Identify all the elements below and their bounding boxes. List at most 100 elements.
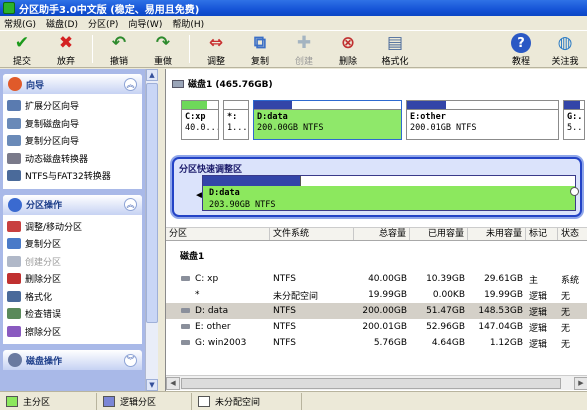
- redo-button[interactable]: ↷ 重做: [141, 31, 185, 67]
- menu-disk[interactable]: 磁盘(D): [46, 17, 78, 30]
- sidebar-item-wipe-partition[interactable]: 擦除分区: [7, 323, 142, 341]
- quick-resize-panel: 分区快速调整区 ◂▸ D:data 203.90GB NTFS: [172, 157, 582, 217]
- table-row[interactable]: G: win2003 NTFS 5.76GB 4.64GB 1.12GB 逻辑 …: [166, 335, 587, 351]
- partition-ops-group: 分区操作 ︽ 调整/移动分区 复制分区 创建分区 删除分区 格式化 检查错误 擦…: [3, 194, 142, 344]
- delete-button[interactable]: ⊗ 删除: [326, 31, 370, 67]
- scroll-left-arrow-icon[interactable]: ◀: [166, 376, 180, 390]
- collapse-chevron-icon[interactable]: ︽: [124, 77, 137, 91]
- wipe-partition-icon: [7, 325, 21, 337]
- disk-map-header: 磁盘1 (465.76GB): [172, 77, 273, 90]
- column-header-free[interactable]: 未用容量: [468, 228, 526, 240]
- column-header-partition[interactable]: 分区: [166, 228, 270, 240]
- apply-button[interactable]: ✔ 提交: [0, 31, 44, 67]
- scroll-thumb[interactable]: [146, 83, 158, 323]
- collapse-chevron-icon[interactable]: ︽: [124, 198, 137, 211]
- copy-button[interactable]: ⧉ 复制: [238, 31, 282, 67]
- undo-label: 撤销: [109, 57, 128, 67]
- disk-ops-group: 磁盘操作 ︾: [3, 350, 142, 370]
- sidebar-item-copy-disk-wizard[interactable]: 复制磁盘向导: [7, 115, 142, 133]
- sidebar-item-dynamic-disk-converter[interactable]: 动态磁盘转换器: [7, 150, 142, 168]
- undo-button[interactable]: ↶ 撤销: [97, 31, 141, 67]
- table-row[interactable]: C: xp NTFS 40.00GB 10.39GB 29.61GB 主 系统: [166, 271, 587, 287]
- quick-resize-bar[interactable]: D:data 203.90GB NTFS: [202, 175, 576, 211]
- disk-header-label: 磁盘1 (465.76GB): [188, 80, 273, 90]
- column-header-used[interactable]: 已用容量: [410, 228, 468, 240]
- sidebar-item-label: NTFS与FAT32转换器: [25, 172, 111, 183]
- table-row[interactable]: * 未分配空间 19.99GB 0.00KB 19.99GB 逻辑 无: [166, 287, 587, 303]
- create-label: 创建: [294, 57, 313, 67]
- row-used: 51.47GB: [426, 306, 465, 316]
- wizard-group-title: 向导: [26, 80, 45, 91]
- resize-label: 调整: [206, 57, 225, 67]
- disk-ops-group-header[interactable]: 磁盘操作 ︾: [3, 350, 142, 370]
- logical-swatch: [103, 395, 115, 407]
- row-used: 10.39GB: [426, 274, 465, 284]
- sidebar-item-copy-partition-wizard[interactable]: 复制分区向导: [7, 132, 142, 150]
- resize-button[interactable]: ⇔ 调整: [194, 31, 238, 67]
- column-header-status[interactable]: 状态: [558, 228, 587, 240]
- follow-button[interactable]: ◍ 关注我: [543, 31, 587, 67]
- column-header-filesystem[interactable]: 文件系统: [270, 228, 354, 240]
- column-header-flag[interactable]: 标记: [526, 228, 558, 240]
- scroll-down-arrow-icon[interactable]: ▼: [146, 379, 158, 391]
- discard-button[interactable]: ✖ 放弃: [44, 31, 88, 67]
- menu-help[interactable]: 帮助(H): [172, 17, 204, 30]
- format-button[interactable]: ▤ 格式化: [370, 31, 420, 67]
- table-row[interactable]: E: other NTFS 200.01GB 52.96GB 147.04GB …: [166, 319, 587, 335]
- follow-label: 关注我: [551, 57, 579, 67]
- column-header-total[interactable]: 总容量: [354, 228, 410, 240]
- expand-chevron-icon[interactable]: ︾: [124, 353, 137, 367]
- sidebar-item-format[interactable]: 格式化: [7, 288, 142, 306]
- sidebar-item-create-partition[interactable]: 创建分区: [7, 253, 142, 271]
- partition-block-g[interactable]: G:... 5...: [563, 100, 585, 140]
- partition-block-d[interactable]: D:data 200.00GB NTFS: [253, 100, 402, 140]
- apply-label: 提交: [12, 57, 31, 67]
- scroll-up-arrow-icon[interactable]: ▲: [146, 69, 158, 81]
- right-resize-handle[interactable]: [570, 187, 579, 196]
- sidebar-item-label: 复制磁盘向导: [25, 119, 80, 130]
- row-flag: 逻辑: [529, 339, 548, 350]
- ntfs-fat32-icon: [7, 170, 21, 182]
- row-status: 无: [561, 291, 571, 302]
- sidebar-item-resize-move-partition[interactable]: 调整/移动分区: [7, 218, 142, 236]
- copy-disk-wizard-icon: [7, 117, 21, 129]
- partition-block-c[interactable]: C:xp 40.0...: [181, 100, 219, 140]
- tutorial-button[interactable]: ? 教程: [499, 31, 543, 67]
- menu-partition[interactable]: 分区(P): [88, 17, 118, 30]
- partition-block-unallocated[interactable]: *: 1...: [223, 100, 249, 140]
- cross-icon: ✖: [58, 32, 74, 53]
- partition-block-e[interactable]: E:other 200.01GB NTFS: [406, 100, 559, 140]
- scroll-thumb[interactable]: [181, 377, 561, 389]
- wizard-group-header[interactable]: 向导 ︽: [3, 74, 142, 94]
- partition-label: E:other: [410, 112, 446, 122]
- globe-icon: ◍: [557, 32, 573, 53]
- table-row-selected[interactable]: D: data NTFS 200.00GB 51.47GB 148.53GB 逻…: [166, 303, 587, 319]
- title-bar: 分区助手3.0中文版 (稳定、易用且免费): [0, 0, 587, 16]
- partition-ops-group-title: 分区操作: [26, 201, 63, 211]
- left-panel-scrollbar[interactable]: ▲ ▼: [145, 69, 158, 391]
- row-total: 40.00GB: [368, 274, 407, 284]
- sidebar-item-extend-partition-wizard[interactable]: 扩展分区向导: [7, 97, 142, 115]
- sidebar-item-ntfs-fat32-converter[interactable]: NTFS与FAT32转换器: [7, 167, 142, 185]
- sidebar-item-label: 扩展分区向导: [25, 102, 80, 113]
- partition-icon: [181, 307, 190, 313]
- scroll-right-arrow-icon[interactable]: ▶: [574, 376, 587, 390]
- menu-wizard[interactable]: 向导(W): [128, 17, 162, 30]
- partition-label: C:xp: [185, 112, 206, 122]
- row-total: 200.00GB: [362, 306, 407, 316]
- partition-size: 5...: [567, 123, 584, 133]
- table-horizontal-scrollbar[interactable]: ◀ ▶: [166, 375, 587, 390]
- disk-row[interactable]: 磁盘1: [166, 245, 587, 265]
- sidebar-item-label: 调整/移动分区: [25, 222, 83, 233]
- partition-icon: [181, 339, 190, 345]
- create-button[interactable]: ✚ 创建: [282, 31, 326, 67]
- sidebar-item-delete-partition[interactable]: 删除分区: [7, 270, 142, 288]
- menu-general[interactable]: 常规(G): [4, 17, 36, 30]
- row-filesystem: NTFS: [273, 306, 296, 316]
- dynamic-disk-icon: [7, 152, 21, 164]
- row-filesystem: 未分配空间: [273, 291, 319, 302]
- partition-usage-bar: [564, 101, 584, 110]
- sidebar-item-check-errors[interactable]: 检查错误: [7, 305, 142, 323]
- sidebar-item-copy-partition[interactable]: 复制分区: [7, 235, 142, 253]
- partition-ops-group-header[interactable]: 分区操作 ︽: [3, 194, 142, 215]
